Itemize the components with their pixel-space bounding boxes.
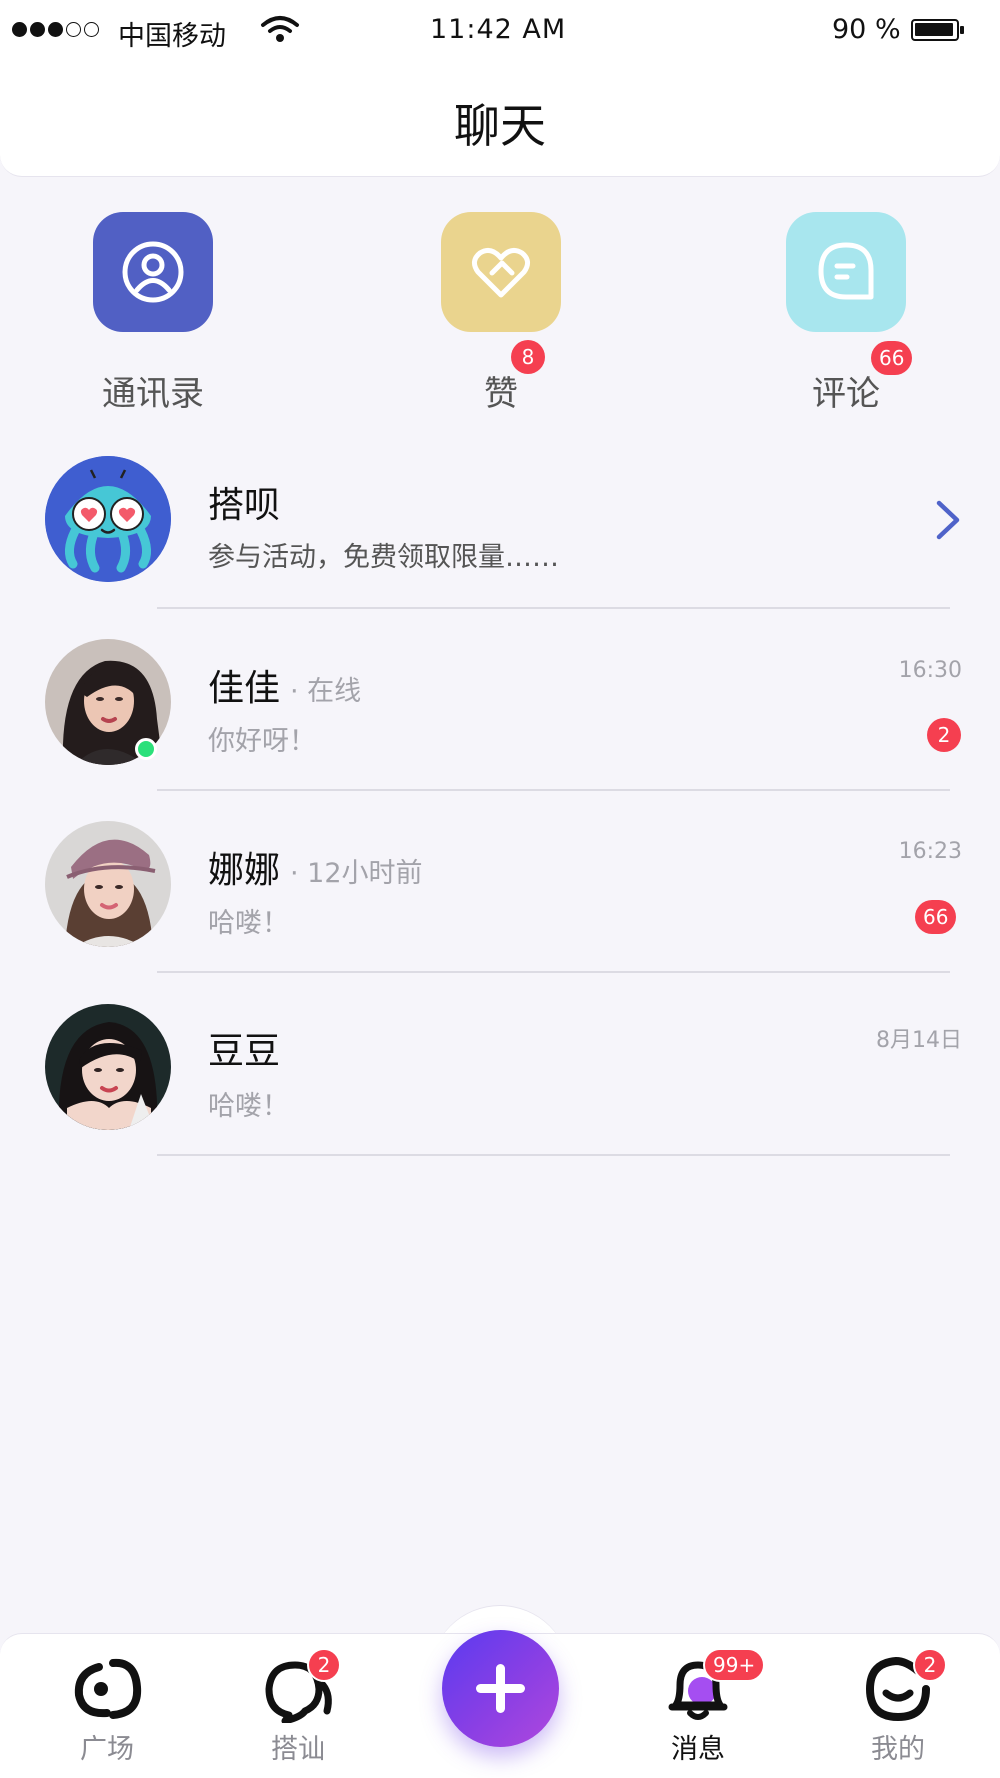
add-button[interactable]	[442, 1630, 559, 1747]
chat-name: 佳佳 · 在线	[208, 659, 361, 711]
signal-strength-icon	[12, 22, 99, 37]
nav-chat[interactable]: 搭讪	[238, 1655, 358, 1765]
square-icon	[74, 1658, 142, 1719]
nav-label: 广场	[80, 1734, 134, 1765]
chat-time: 8月14日	[876, 1028, 962, 1053]
divider	[157, 1154, 950, 1156]
chat-preview: 哈喽！	[208, 908, 289, 939]
chat-time: 16:30	[898, 658, 962, 683]
chat-row-jiajia[interactable]: 佳佳 · 在线 你好呀！ 16:30 2	[0, 639, 1000, 821]
online-indicator	[135, 738, 157, 760]
battery-percentage: 90 %	[832, 14, 901, 45]
chat-status: · 在线	[290, 676, 362, 707]
divider	[157, 789, 950, 791]
likes-button[interactable]	[441, 212, 561, 332]
nav-label: 消息	[671, 1734, 725, 1765]
nav-badge: 99+	[703, 1648, 766, 1682]
chat-preview: 哈喽！	[208, 1091, 289, 1122]
comments-button[interactable]	[786, 212, 906, 332]
divider	[157, 607, 950, 609]
contacts-icon	[122, 241, 184, 303]
nav-badge: 2	[307, 1648, 341, 1682]
chat-preview: 你好呀！	[208, 726, 316, 757]
comments-label: 评论	[812, 374, 880, 414]
divider	[157, 971, 950, 973]
chat-status: · 12小时前	[290, 858, 423, 889]
clock: 11:42 AM	[430, 14, 567, 45]
chat-name-text: 佳佳	[208, 668, 281, 709]
chevron-right-icon	[936, 500, 960, 540]
battery-icon	[911, 19, 964, 41]
chat-time: 16:23	[898, 839, 962, 864]
nav-label: 搭讪	[271, 1734, 325, 1765]
contacts-label: 通讯录	[102, 374, 204, 414]
likes-label: 赞	[484, 374, 518, 414]
nana-avatar	[45, 821, 171, 947]
nav-label: 我的	[871, 1734, 925, 1765]
comment-icon	[818, 242, 874, 300]
contacts-button[interactable]	[93, 212, 213, 332]
chat-name-text: 娜娜	[208, 850, 281, 891]
doudou-avatar	[45, 1004, 171, 1130]
wifi-icon	[260, 14, 300, 48]
header: 聊天	[0, 60, 1000, 177]
unread-badge: 2	[927, 718, 961, 752]
nav-square[interactable]: 广场	[47, 1655, 167, 1765]
status-bar: 中国移动 11:42 AM 90 %	[0, 0, 1000, 60]
chat-name: 娜娜 · 12小时前	[208, 841, 423, 893]
chat-row-nana[interactable]: 娜娜 · 12小时前 哈喽！ 16:23 66	[0, 821, 1000, 1003]
nav-badge: 2	[913, 1648, 947, 1682]
carrier-name: 中国移动	[118, 21, 226, 52]
chat-row-dabei[interactable]: 搭呗 参与活动，免费领取限量……	[0, 456, 1000, 638]
page-title: 聊天	[454, 99, 546, 153]
heart-like-icon	[472, 247, 530, 298]
chat-name: 搭呗	[208, 485, 281, 526]
dabei-mascot-avatar	[45, 456, 171, 582]
chat-name: 豆豆	[208, 1031, 281, 1072]
unread-badge: 66	[915, 900, 957, 934]
chat-preview: 参与活动，免费领取限量……	[208, 542, 559, 573]
chat-row-doudou[interactable]: 豆豆 哈喽！ 8月14日	[0, 1004, 1000, 1186]
